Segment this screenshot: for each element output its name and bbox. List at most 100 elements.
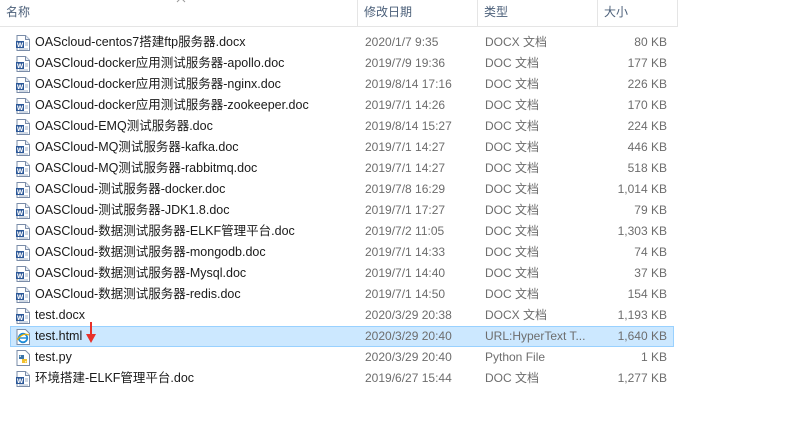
file-type: DOCX 文档 (485, 308, 548, 322)
svg-text:W: W (17, 252, 24, 259)
file-type: URL:HyperText T... (485, 329, 586, 343)
word-document-icon: W (16, 182, 30, 198)
file-size: 226 KB (627, 77, 667, 91)
file-type: DOC 文档 (485, 77, 540, 91)
file-type: DOC 文档 (485, 119, 540, 133)
ie-html-icon (16, 329, 30, 345)
file-row[interactable]: test.py 2020/3/29 20:40 Python File 1 KB (10, 347, 674, 368)
svg-text:W: W (17, 231, 24, 238)
file-row[interactable]: W OASCloud-数据测试服务器-redis.doc 2019/7/1 14:5… (10, 284, 674, 305)
file-type: DOC 文档 (485, 161, 540, 175)
file-modified-date: 2019/8/14 17:16 (365, 77, 452, 91)
column-header-date[interactable]: 修改日期 (358, 0, 477, 26)
file-name: OAScloud-centos7搭建ftp服务器.docx (35, 35, 246, 49)
file-row[interactable]: W OASCloud-docker应用测试服务器-nginx.doc 2019/8/… (10, 74, 674, 95)
file-type: DOC 文档 (485, 266, 540, 280)
file-type: DOC 文档 (485, 56, 540, 70)
word-document-icon: W (16, 203, 30, 219)
file-row[interactable]: W OASCloud-docker应用测试服务器-zookeeper.doc 201… (10, 95, 674, 116)
file-type: DOC 文档 (485, 182, 540, 196)
column-header: 名称 修改日期 类型 大小 (0, 0, 678, 27)
svg-text:W: W (17, 273, 24, 280)
file-name: OASCloud-EMQ测试服务器.doc (35, 119, 213, 133)
file-modified-date: 2020/1/7 9:35 (365, 35, 439, 49)
word-document-icon: W (16, 56, 30, 72)
svg-text:W: W (17, 378, 24, 385)
file-modified-date: 2019/7/1 14:27 (365, 161, 446, 175)
file-modified-date: 2019/7/8 16:29 (365, 182, 446, 196)
file-name: OASCloud-数据测试服务器-Mysql.doc (35, 266, 247, 280)
file-row[interactable]: W OASCloud-数据测试服务器-ELKF管理平台.doc 2019/7/2 1… (10, 221, 674, 242)
svg-text:W: W (17, 189, 24, 196)
file-size: 1,640 KB (617, 329, 667, 343)
word-document-icon: W (16, 119, 30, 135)
file-modified-date: 2020/3/29 20:38 (365, 308, 452, 322)
word-document-icon: W (16, 140, 30, 156)
file-name: OASCloud-docker应用测试服务器-apollo.doc (35, 56, 285, 70)
svg-text:W: W (17, 126, 24, 133)
svg-text:W: W (17, 168, 24, 175)
file-row[interactable]: W OASCloud-MQ测试服务器-kafka.doc 2019/7/1 14:2… (10, 137, 674, 158)
word-document-icon: W (16, 266, 30, 282)
word-document-icon: W (16, 35, 30, 51)
svg-text:W: W (17, 147, 24, 154)
file-name: OASCloud-docker应用测试服务器-zookeeper.doc (35, 98, 309, 112)
file-size: 170 KB (627, 98, 667, 112)
file-name: 环境搭建-ELKF管理平台.doc (35, 371, 195, 385)
file-row[interactable]: W OAScloud-centos7搭建ftp服务器.docx 2020/1/7 9… (10, 32, 674, 53)
file-row[interactable]: Wtest.docx 2020/3/29 20:38 DOCX 文档 1,193 KB (10, 305, 674, 326)
file-name: test.py (35, 350, 72, 364)
file-modified-date: 2019/7/1 14:33 (365, 245, 446, 259)
svg-text:W: W (17, 63, 24, 70)
svg-text:W: W (17, 315, 24, 322)
word-document-icon: W (16, 161, 30, 177)
file-name: OASCloud-MQ测试服务器-rabbitmq.doc (35, 161, 258, 175)
file-size: 1 KB (640, 350, 667, 364)
column-header-size[interactable]: 大小 (598, 0, 678, 26)
file-size: 1,193 KB (617, 308, 667, 322)
file-name: OASCloud-MQ测试服务器-kafka.doc (35, 140, 239, 154)
file-row[interactable]: W OASCloud-docker应用测试服务器-apollo.doc 2019/7… (10, 53, 674, 74)
file-row[interactable]: W OASCloud-MQ测试服务器-rabbitmq.doc 2019/7/1 1… (10, 158, 674, 179)
file-row[interactable]: W OASCloud-数据测试服务器-Mysql.doc 2019/7/1 14:4… (10, 263, 674, 284)
file-size: 74 KB (634, 245, 667, 259)
file-modified-date: 2019/7/1 14:27 (365, 140, 446, 154)
file-modified-date: 2019/7/1 14:50 (365, 287, 446, 301)
column-divider[interactable] (677, 0, 678, 26)
file-name: test.html (35, 329, 83, 343)
file-name: OASCloud-docker应用测试服务器-nginx.doc (35, 77, 281, 91)
mouse-cursor-arrow-icon (86, 322, 96, 343)
python-file-icon (16, 350, 30, 366)
file-name: OASCloud-数据测试服务器-mongodb.doc (35, 245, 266, 259)
column-header-type[interactable]: 类型 (478, 0, 597, 26)
file-type: DOC 文档 (485, 224, 540, 238)
file-name: OASCloud-测试服务器-docker.doc (35, 182, 226, 196)
file-row[interactable]: test.html 2020/3/29 20:40 URL:HyperText T.… (10, 326, 674, 347)
word-document-icon: W (16, 308, 30, 324)
file-modified-date: 2019/8/14 15:27 (365, 119, 452, 133)
file-row[interactable]: W 环境搭建-ELKF管理平台.doc 2019/6/27 15:44 DOC 文档 1… (10, 368, 674, 389)
file-row[interactable]: W OASCloud-EMQ测试服务器.doc 2019/8/14 15:27 DOC… (10, 116, 674, 137)
word-document-icon: W (16, 224, 30, 240)
file-type: Python File (485, 350, 546, 364)
file-row[interactable]: W OASCloud-测试服务器-docker.doc 2019/7/8 16:29… (10, 179, 674, 200)
file-size: 1,277 KB (617, 371, 667, 385)
file-modified-date: 2019/7/2 11:05 (365, 224, 445, 238)
file-size: 1,014 KB (617, 182, 667, 196)
file-row[interactable]: W OASCloud-测试服务器-JDK1.8.doc 2019/7/1 17:27… (10, 200, 674, 221)
word-document-icon: W (16, 98, 30, 114)
word-document-icon: W (16, 371, 30, 387)
word-document-icon: W (16, 77, 30, 93)
svg-text:W: W (17, 210, 24, 217)
file-modified-date: 2019/7/1 17:27 (365, 203, 446, 217)
svg-text:W: W (17, 84, 24, 91)
file-row[interactable]: W OASCloud-数据测试服务器-mongodb.doc 2019/7/1 14… (10, 242, 674, 263)
file-type: DOCX 文档 (485, 35, 548, 49)
file-type: DOC 文档 (485, 371, 540, 385)
file-size: 79 KB (634, 203, 667, 217)
file-size: 177 KB (627, 56, 667, 70)
word-document-icon: W (16, 287, 30, 303)
svg-text:W: W (17, 294, 24, 301)
file-modified-date: 2019/7/1 14:26 (365, 98, 446, 112)
file-modified-date: 2020/3/29 20:40 (365, 350, 452, 364)
